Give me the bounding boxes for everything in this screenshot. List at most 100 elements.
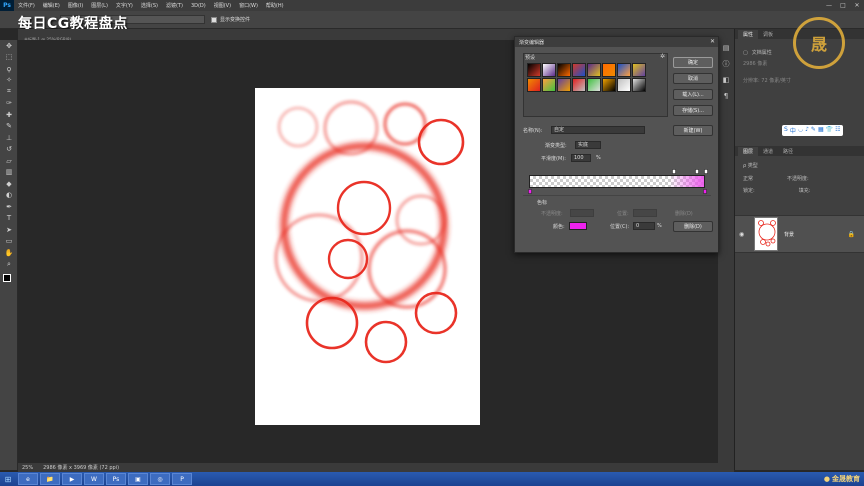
new-button[interactable]: 新建(W) [673,125,713,136]
layer-filter-row[interactable]: ρ 类型 [735,160,758,171]
gradient-preset-swatch[interactable] [557,63,571,77]
zoom-level[interactable]: 25% [22,465,33,471]
tab-paths[interactable]: 路径 [778,147,798,156]
gradient-preset-swatch[interactable] [632,63,646,77]
marquee-icon[interactable]: ⬚ [0,52,18,64]
gradient-preset-swatch[interactable] [602,63,616,77]
color-location-field[interactable]: 0 [633,222,655,230]
tab-layers[interactable]: 图层 [738,147,759,156]
menu-select[interactable]: 选择(S) [137,2,162,9]
color-chip[interactable] [569,222,587,230]
stamp-icon[interactable]: ⊥ [0,132,18,144]
zoom-icon[interactable]: ⌕ [0,259,18,271]
gradient-type-select[interactable]: 实底 [575,141,601,149]
tab-properties[interactable]: 属性 [738,30,759,39]
menu-help[interactable]: 帮助(H) [262,2,288,9]
checkbox-box[interactable] [211,16,217,23]
ime-pen-icon[interactable]: ✎ [811,126,816,135]
save-button[interactable]: 存储(S)... [673,105,713,116]
taskbar-app-icon[interactable]: 📁 [40,473,60,485]
gradient-bar[interactable] [529,175,705,188]
opacity-stop[interactable] [704,169,708,174]
gradient-preset-swatch[interactable] [542,63,556,77]
gradient-preset-swatch[interactable] [557,78,571,92]
dodge-icon[interactable]: ◐ [0,190,18,202]
ime-logo-icon[interactable]: S [784,126,788,135]
gradient-preset-swatch[interactable] [572,78,586,92]
taskbar-app-icon[interactable]: P [172,473,192,485]
menu-type[interactable]: 文字(Y) [112,2,137,9]
adjust-icon[interactable]: ◧ [718,72,734,88]
pen-icon[interactable]: ✒ [0,201,18,213]
close-button[interactable]: ✕ [850,0,864,11]
color-stop[interactable] [703,189,707,194]
eye-icon[interactable]: ◉ [739,231,748,238]
minimize-button[interactable]: — [822,0,836,11]
lasso-icon[interactable]: ϙ [0,63,18,75]
maximize-button[interactable]: □ [836,0,850,11]
opacity-stop[interactable] [695,169,699,174]
name-field[interactable]: 自定 [551,126,645,134]
gradient-preset-swatch[interactable] [542,78,556,92]
layer-row-background[interactable]: ◉ 背景 🔒 [735,215,864,253]
shape-icon[interactable]: ▭ [0,236,18,248]
taskbar-app-icon[interactable]: Ps [106,473,126,485]
gradient-preset-swatch[interactable] [527,78,541,92]
heal-icon[interactable]: ✚ [0,109,18,121]
gradient-preset-swatch[interactable] [617,78,631,92]
blur-icon[interactable]: ◆ [0,178,18,190]
crop-icon[interactable]: ⌗ [0,86,18,98]
brush-icon[interactable]: ✎ [0,121,18,133]
taskbar-app-icon[interactable]: ▶ [62,473,82,485]
gradient-preset-swatch[interactable] [587,78,601,92]
path-select-icon[interactable]: ➤ [0,224,18,236]
gradient-preset-swatch[interactable] [617,63,631,77]
color-delete-button[interactable]: 删除(D) [673,221,713,232]
wand-icon[interactable]: ✧ [0,75,18,87]
taskbar-app-icon[interactable]: W [84,473,104,485]
ok-button[interactable]: 确定 [673,57,713,68]
ime-lang-icon[interactable]: 中 [790,126,796,135]
gradient-preset-swatch[interactable] [572,63,586,77]
dialog-close-icon[interactable]: ✕ [710,38,715,45]
menu-edit[interactable]: 编辑(E) [39,2,64,9]
ime-menu-icon[interactable]: ☷ [835,126,840,135]
blend-mode-select[interactable]: 正常 [743,175,753,182]
taskbar-app-icon[interactable]: e [18,473,38,485]
eyedropper-icon[interactable]: ✑ [0,98,18,110]
opacity-stop[interactable] [672,169,676,174]
cancel-button[interactable]: 取消 [673,73,713,84]
taskbar-app-icon[interactable]: ▣ [128,473,148,485]
start-button-icon[interactable]: ⊞ [0,472,16,486]
load-button[interactable]: 载入(L)... [673,89,713,100]
history-brush-icon[interactable]: ↺ [0,144,18,156]
gear-icon[interactable]: ✲ [660,53,665,60]
gradient-preset-swatch[interactable] [602,78,616,92]
menu-file[interactable]: 文件(F) [14,2,39,9]
history-icon[interactable]: ▤ [718,40,734,56]
menu-layer[interactable]: 图层(L) [87,2,112,9]
menu-window[interactable]: 窗口(W) [235,2,262,9]
gradient-preset-swatch[interactable] [632,78,646,92]
show-transform-checkbox[interactable]: 显示变换控件 [211,16,250,23]
hand-icon[interactable]: ✋ [0,247,18,259]
color-stop[interactable] [528,189,532,194]
info-icon[interactable]: ⓘ [718,56,734,72]
gradient-preset-swatch[interactable] [527,63,541,77]
smoothness-field[interactable]: 100 [571,154,591,162]
menu-image[interactable]: 图像(I) [64,2,87,9]
gradient-icon[interactable]: ▥ [0,167,18,179]
ime-moon-icon[interactable]: ◡ [798,126,803,135]
ime-music-icon[interactable]: ♪ [805,126,809,135]
gradient-preset-swatch[interactable] [587,63,601,77]
tab-channels[interactable]: 通道 [758,147,778,156]
eraser-icon[interactable]: ▱ [0,155,18,167]
type-icon[interactable]: T [0,213,18,225]
paragraph-icon[interactable]: ¶ [718,88,734,104]
menu-3d[interactable]: 3D(D) [187,3,210,9]
tab-adjustments[interactable]: 调板 [758,30,778,39]
foreground-color-swatch[interactable] [3,274,11,282]
ime-skin-icon[interactable]: 👕 [826,126,833,135]
menu-view[interactable]: 视图(V) [210,2,235,9]
document-canvas[interactable] [255,88,480,425]
